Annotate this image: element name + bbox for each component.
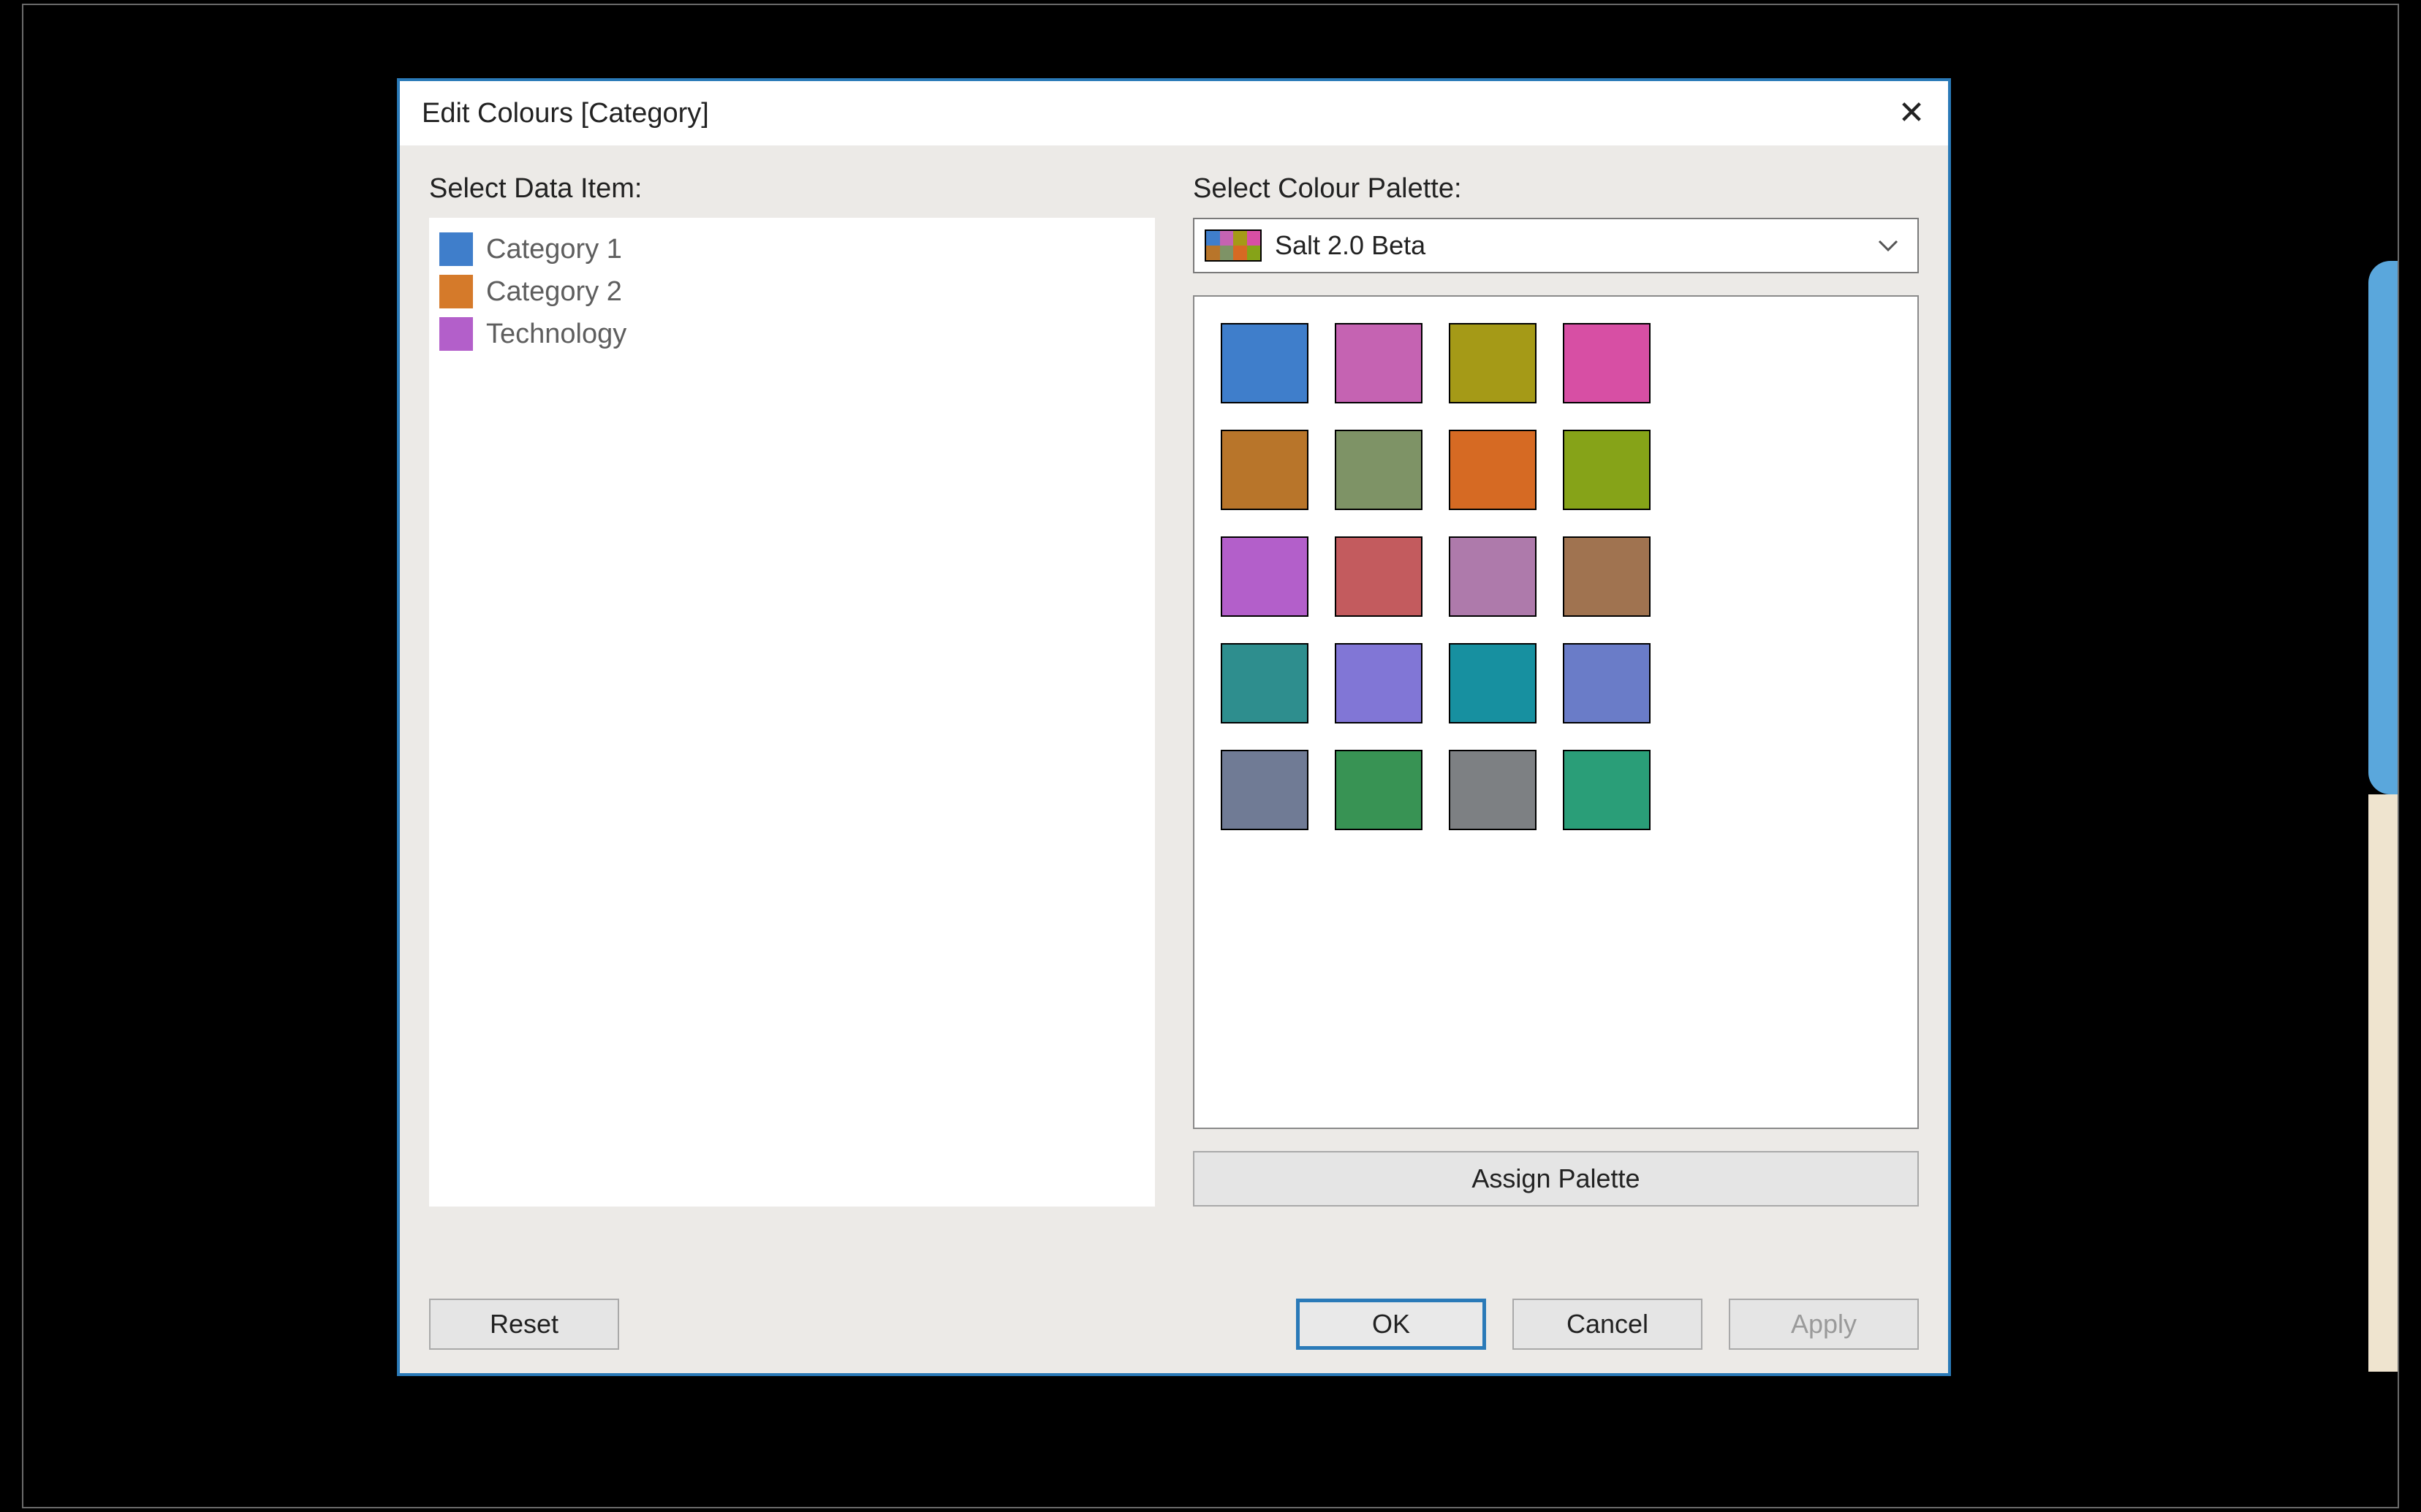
- dialog-footer: Reset OK Cancel Apply: [400, 1275, 1948, 1373]
- palette-swatch[interactable]: [1335, 430, 1422, 510]
- select-data-item-label: Select Data Item:: [429, 173, 1155, 205]
- footer-right-group: OK Cancel Apply: [1296, 1299, 1919, 1350]
- palette-swatch[interactable]: [1563, 430, 1651, 510]
- data-item-swatch: [439, 232, 473, 266]
- palette-swatch[interactable]: [1221, 643, 1308, 723]
- dialog-columns: Select Data Item: Category 1 Category 2: [429, 173, 1919, 1207]
- assign-palette-label: Assign Palette: [1471, 1163, 1640, 1194]
- palette-swatch[interactable]: [1335, 536, 1422, 617]
- palette-swatch[interactable]: [1563, 323, 1651, 403]
- ok-label: OK: [1372, 1309, 1410, 1340]
- palette-swatch[interactable]: [1335, 323, 1422, 403]
- data-item-list: Category 1 Category 2 Technology: [429, 218, 1155, 1207]
- palette-swatch[interactable]: [1449, 643, 1537, 723]
- assign-palette-button[interactable]: Assign Palette: [1193, 1151, 1919, 1207]
- palette-swatch[interactable]: [1221, 750, 1308, 830]
- palette-swatch[interactable]: [1221, 536, 1308, 617]
- chevron-down-icon: [1878, 239, 1898, 252]
- cancel-button[interactable]: Cancel: [1512, 1299, 1702, 1350]
- right-column: Select Colour Palette:: [1193, 173, 1919, 1207]
- select-colour-palette-label: Select Colour Palette:: [1193, 173, 1919, 205]
- palette-swatch[interactable]: [1563, 536, 1651, 617]
- backdrop-blue: [2368, 261, 2398, 794]
- palette-swatch[interactable]: [1449, 750, 1537, 830]
- palette-dropdown-value: Salt 2.0 Beta: [1275, 230, 1425, 261]
- palette-swatch[interactable]: [1221, 323, 1308, 403]
- apply-label: Apply: [1791, 1309, 1857, 1340]
- palette-swatch-box: [1193, 295, 1919, 1129]
- apply-button: Apply: [1729, 1299, 1919, 1350]
- palette-swatch[interactable]: [1449, 323, 1537, 403]
- edit-colours-dialog: Edit Colours [Category] ✕ Select Data It…: [397, 78, 1951, 1376]
- data-item-row[interactable]: Category 1: [436, 228, 1148, 270]
- dialog-title: Edit Colours [Category]: [422, 98, 709, 129]
- reset-button[interactable]: Reset: [429, 1299, 619, 1350]
- stage: Edit Colours [Category] ✕ Select Data It…: [0, 0, 2421, 1512]
- palette-dropdown[interactable]: Salt 2.0 Beta: [1193, 218, 1919, 273]
- palette-thumbnail-icon: [1205, 229, 1262, 262]
- palette-swatch[interactable]: [1449, 430, 1537, 510]
- reset-label: Reset: [490, 1309, 558, 1340]
- data-item-label: Category 2: [486, 276, 622, 308]
- palette-swatch[interactable]: [1221, 430, 1308, 510]
- data-item-swatch: [439, 275, 473, 308]
- data-item-label: Technology: [486, 319, 626, 350]
- palette-swatch[interactable]: [1335, 750, 1422, 830]
- palette-swatch[interactable]: [1563, 750, 1651, 830]
- left-column: Select Data Item: Category 1 Category 2: [429, 173, 1155, 1207]
- palette-swatches: [1221, 323, 1891, 830]
- dialog-titlebar: Edit Colours [Category] ✕: [400, 81, 1948, 145]
- backdrop-beige: [2368, 794, 2398, 1372]
- outer-frame: Edit Colours [Category] ✕ Select Data It…: [22, 4, 2399, 1508]
- data-item-swatch: [439, 317, 473, 351]
- palette-swatch[interactable]: [1449, 536, 1537, 617]
- data-item-label: Category 1: [486, 234, 622, 265]
- cancel-label: Cancel: [1566, 1309, 1648, 1340]
- dialog-body: Select Data Item: Category 1 Category 2: [400, 145, 1948, 1373]
- data-item-row[interactable]: Category 2: [436, 270, 1148, 313]
- palette-swatch[interactable]: [1335, 643, 1422, 723]
- ok-button[interactable]: OK: [1296, 1299, 1486, 1350]
- close-button[interactable]: ✕: [1890, 97, 1933, 129]
- data-item-row[interactable]: Technology: [436, 313, 1148, 355]
- palette-swatch[interactable]: [1563, 643, 1651, 723]
